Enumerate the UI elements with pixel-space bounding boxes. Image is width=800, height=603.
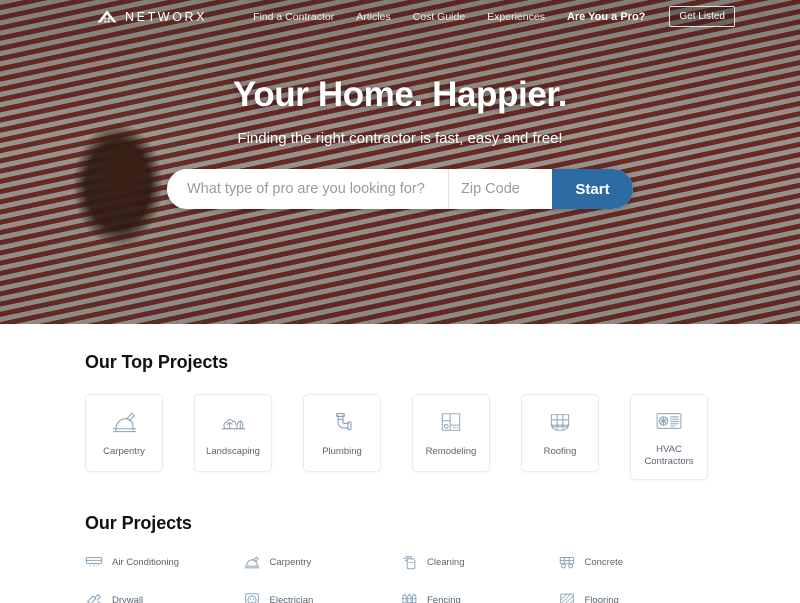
top-project-label: Plumbing — [322, 445, 362, 457]
saw-icon — [243, 553, 261, 571]
our-projects-heading: Our Projects — [85, 513, 192, 533]
top-project-card-roofing[interactable]: Roofing — [521, 394, 599, 472]
project-link-label: Flooring — [584, 594, 619, 603]
nav-link-find-a-contractor[interactable]: Find a Contractor — [253, 11, 334, 23]
drywall-icon — [85, 591, 103, 603]
project-link-label: Air Conditioning — [112, 556, 180, 568]
house-roof-icon — [96, 9, 118, 24]
project-link-drywall[interactable]: Drywall — [85, 591, 243, 603]
project-link-air-conditioning[interactable]: Air Conditioning — [85, 553, 243, 571]
hero-section: NETWORX Find a Contractor Articles Cost … — [0, 0, 800, 324]
nav-link-are-you-a-pro[interactable]: Are You a Pro? — [567, 11, 645, 23]
project-link-label: Cleaning — [427, 556, 465, 568]
zip-code-input[interactable] — [448, 169, 552, 209]
cement-mixer-icon — [558, 553, 576, 571]
hero-content: Your Home. Happier. Finding the right co… — [0, 33, 800, 209]
spray-bottle-icon — [400, 553, 418, 571]
hvac-panel-icon — [654, 407, 684, 435]
project-link-carpentry[interactable]: Carpentry — [243, 553, 401, 571]
project-link-label: Carpentry — [269, 556, 312, 568]
brand-logo[interactable]: NETWORX — [96, 9, 207, 24]
flooring-icon — [558, 591, 576, 603]
hero-title: Your Home. Happier. — [232, 75, 568, 114]
project-link-label: Concrete — [584, 556, 624, 568]
shingles-icon — [547, 409, 573, 437]
fence-icon — [400, 591, 418, 603]
nav-link-cost-guide[interactable]: Cost Guide — [413, 11, 466, 23]
pipe-icon — [329, 409, 356, 437]
top-navigation-bar: NETWORX Find a Contractor Articles Cost … — [0, 0, 800, 33]
nav-link-experiences[interactable]: Experiences — [487, 11, 545, 23]
shrubs-icon — [219, 409, 248, 437]
top-projects-section: Our Top Projects Carpentry Landscaping P… — [0, 324, 800, 480]
project-link-label: Electrician — [269, 594, 314, 603]
top-project-card-landscaping[interactable]: Landscaping — [194, 394, 272, 472]
top-project-card-carpentry[interactable]: Carpentry — [85, 394, 163, 472]
our-projects-grid: Air Conditioning Carpentry Cleaning Conc… — [85, 553, 715, 603]
nav-link-articles[interactable]: Articles — [356, 11, 390, 23]
service-search-input[interactable] — [167, 169, 448, 209]
outlet-icon — [243, 591, 261, 603]
top-project-label: HVAC Contractors — [644, 444, 694, 467]
top-project-card-plumbing[interactable]: Plumbing — [303, 394, 381, 472]
brand-logo-text: NETWORX — [125, 9, 208, 24]
top-projects-heading: Our Top Projects — [85, 352, 229, 372]
saw-icon — [110, 409, 139, 437]
top-projects-card-row: Carpentry Landscaping Plumbing Remodelin… — [85, 394, 715, 480]
project-link-cleaning[interactable]: Cleaning — [400, 553, 558, 571]
hero-search-bar: Start — [167, 169, 633, 209]
top-project-card-hvac-contractors[interactable]: HVAC Contractors — [630, 394, 708, 480]
get-listed-button[interactable]: Get Listed — [669, 6, 735, 27]
top-project-label: Carpentry — [103, 445, 145, 457]
project-link-flooring[interactable]: Flooring — [558, 591, 716, 603]
hero-subtitle: Finding the right contractor is fast, ea… — [237, 130, 563, 147]
project-link-label: Fencing — [427, 594, 461, 603]
top-project-label: Remodeling — [425, 445, 477, 457]
project-link-fencing[interactable]: Fencing — [400, 591, 558, 603]
our-projects-section: Our Projects Air Conditioning Carpentry … — [0, 513, 800, 603]
floorplan-icon — [438, 409, 464, 437]
ac-unit-icon — [85, 553, 103, 571]
top-project-label: Roofing — [543, 445, 577, 457]
project-link-concrete[interactable]: Concrete — [558, 553, 716, 571]
top-project-card-remodeling[interactable]: Remodeling — [412, 394, 490, 472]
nav-links: Find a Contractor Articles Cost Guide Ex… — [253, 6, 735, 27]
top-project-label: Landscaping — [206, 445, 260, 457]
start-search-button[interactable]: Start — [552, 169, 633, 209]
project-link-electrician[interactable]: Electrician — [243, 591, 401, 603]
project-link-label: Drywall — [112, 594, 144, 603]
